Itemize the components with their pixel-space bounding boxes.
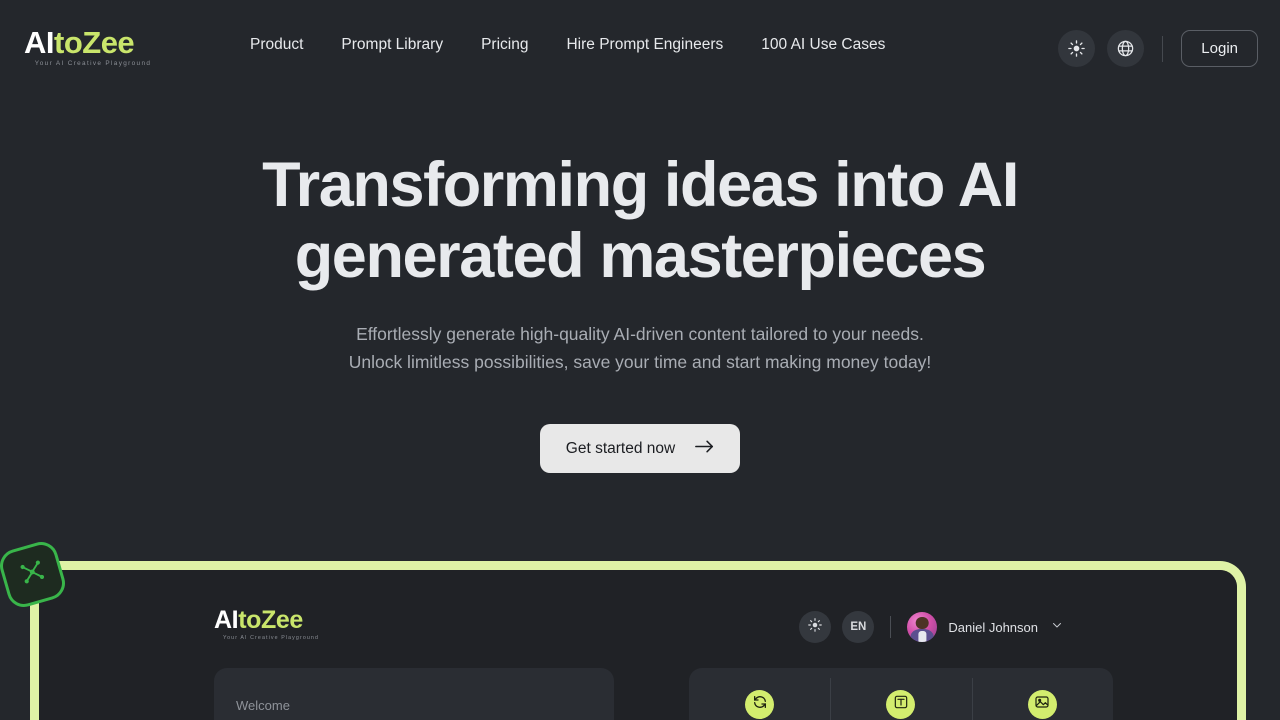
logo-tagline: Your AI Creative Playground (34, 60, 152, 67)
logo-text-ai: AI (24, 25, 55, 60)
dashboard-theme-toggle-button[interactable] (799, 611, 832, 643)
globe-icon (1116, 39, 1135, 58)
quick-actions-card (689, 668, 1113, 720)
nav-link-pricing[interactable]: Pricing (481, 36, 528, 54)
dashboard-language-button[interactable]: EN (842, 611, 875, 643)
chevron-down-icon[interactable] (1051, 618, 1063, 636)
logo-wordmark: AItoZee (24, 27, 166, 58)
nav-link-product[interactable]: Product (250, 36, 303, 54)
quick-action-image[interactable] (971, 668, 1113, 720)
nav-link-prompt-library[interactable]: Prompt Library (341, 36, 443, 54)
text-tool-icon (893, 694, 909, 715)
avatar[interactable] (907, 612, 938, 642)
nav-link-100-ai-use-cases[interactable]: 100 AI Use Cases (761, 36, 885, 54)
primary-nav-links: Product Prompt Library Pricing Hire Prom… (250, 36, 885, 54)
hero-subtitle-line-2: Unlock limitless possibilities, save you… (348, 352, 932, 373)
nav-divider (1162, 35, 1164, 62)
avatar-shirt (918, 630, 926, 642)
dashboard-header-divider (890, 616, 892, 638)
text-tool-action-button[interactable] (886, 690, 916, 719)
avatar-head (916, 616, 929, 630)
welcome-label: Welcome (236, 698, 290, 713)
dashboard-logo[interactable]: AItoZee Your AI Creative Playground (214, 608, 332, 642)
arrow-right-icon (695, 439, 714, 459)
refresh-action-button[interactable] (745, 690, 775, 719)
quick-action-refresh[interactable] (689, 668, 830, 719)
login-button[interactable]: Login (1181, 30, 1258, 67)
nav-link-hire-prompt-engineers[interactable]: Hire Prompt Engineers (566, 36, 723, 54)
sun-icon (1067, 39, 1086, 58)
hero-subtitle: Effortlessly generate high-quality AI-dr… (270, 320, 1010, 376)
hero-section: Transforming ideas into AI generated mas… (0, 150, 1280, 474)
dashboard-user-name: Daniel Johnson (948, 619, 1038, 635)
hero-subtitle-line-1: Effortlessly generate high-quality AI-dr… (356, 324, 924, 345)
get-started-label: Get started now (565, 439, 676, 457)
quick-action-text[interactable] (830, 668, 971, 720)
site-logo[interactable]: AItoZee Your AI Creative Playground (24, 27, 166, 67)
top-navigation-bar: AItoZee Your AI Creative Playground Prod… (0, 0, 1280, 96)
dashboard-header-actions: EN Daniel Johnson (799, 611, 1063, 643)
dashboard-logo-text-tozee: toZee (238, 606, 303, 634)
welcome-card: Welcome Daniel Johnson (214, 668, 614, 720)
image-icon (1034, 694, 1050, 715)
language-selector-button[interactable] (1107, 30, 1145, 67)
theme-toggle-button[interactable] (1058, 30, 1096, 67)
image-action-button[interactable] (1027, 690, 1057, 719)
dashboard-preview-inner: AItoZee Your AI Creative Playground EN D… (39, 570, 1237, 720)
dashboard-preview-frame: AItoZee Your AI Creative Playground EN D… (30, 561, 1246, 720)
dashboard-logo-tagline: Your AI Creative Playground (222, 635, 320, 641)
dashboard-logo-wordmark: AItoZee (214, 608, 332, 633)
nav-actions: Login (1058, 30, 1258, 67)
dashboard-logo-text-ai: AI (214, 606, 239, 634)
hero-headline: Transforming ideas into AI generated mas… (262, 150, 1019, 292)
dashboard-header: AItoZee Your AI Creative Playground EN D… (39, 594, 1237, 654)
refresh-icon (752, 694, 768, 715)
landing-page: AItoZee Your AI Creative Playground Prod… (0, 0, 1280, 720)
sun-icon (807, 617, 823, 638)
network-nodes-icon (14, 555, 50, 594)
hero-cta-wrapper: Get started now (0, 424, 1280, 474)
get-started-button[interactable]: Get started now (539, 424, 741, 474)
logo-text-tozee: toZee (54, 25, 135, 60)
